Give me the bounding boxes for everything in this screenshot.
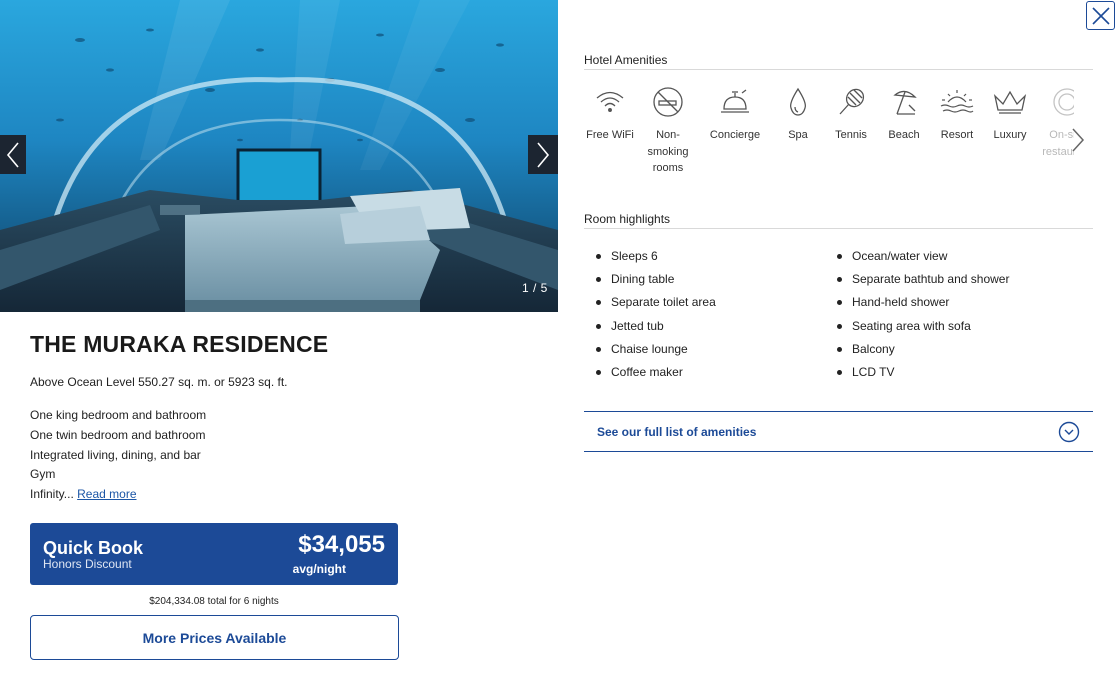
amenity-item: Non-smoking rooms <box>640 84 696 177</box>
highlight-item: Separate toilet area <box>596 291 716 314</box>
resort-sun-icon <box>940 90 974 113</box>
chevron-left-icon <box>6 141 19 168</box>
divider <box>584 228 1093 229</box>
description-line: Infinity... Read more <box>30 485 206 505</box>
amenity-item: Free WiFi <box>584 84 638 144</box>
amenity-item: Concierge <box>707 84 763 144</box>
highlight-item: Seating area with sofa <box>837 315 1009 338</box>
amenity-item: Spa <box>770 84 826 144</box>
amenity-label: Tennis <box>835 129 867 141</box>
room-highlights-heading: Room highlights <box>584 212 671 226</box>
read-more-link[interactable]: Read more <box>77 487 136 501</box>
on-site-restaurant-icon <box>1053 88 1074 116</box>
amenities-next-button[interactable] <box>1068 124 1088 156</box>
highlight-item: Chaise lounge <box>596 338 716 361</box>
amenity-label: Concierge <box>709 129 761 141</box>
description-line: One king bedroom and bathroom <box>30 408 207 422</box>
room-title: THE MURAKA RESIDENCE <box>30 331 329 357</box>
luxury-crown-icon <box>993 90 1027 114</box>
highlight-item: Sleeps 6 <box>596 245 716 268</box>
gallery-prev-button[interactable] <box>0 135 26 174</box>
highlights-list-left: Sleeps 6 Dining table Separate toilet ar… <box>596 245 716 384</box>
wifi-icon <box>596 91 624 112</box>
description-line: Gym <box>30 467 56 482</box>
amenity-label: Luxury <box>993 129 1027 141</box>
price-unit: avg/night <box>292 562 346 576</box>
underwater-bedroom-photo <box>0 0 558 312</box>
stay-total: $204,334.08 total for 6 nights <box>149 596 279 607</box>
beach-umbrella-icon <box>893 90 917 115</box>
divider <box>584 69 1093 70</box>
highlight-item: Separate bathtub and shower <box>837 268 1009 291</box>
amenity-label: Non-smoking rooms <box>647 129 689 174</box>
amenity-label: Beach <box>888 129 920 141</box>
close-button[interactable] <box>1086 1 1115 30</box>
amenities-heading: Hotel Amenities <box>584 53 668 67</box>
room-description: One king bedroom and bathroom One twin b… <box>30 406 206 505</box>
highlight-item: LCD TV <box>837 361 1009 384</box>
amenity-item: Luxury <box>982 84 1038 144</box>
room-photo-gallery: 1 / 5 <box>0 0 558 312</box>
nightly-price: $34,055 <box>298 531 385 558</box>
chevron-right-icon <box>537 141 550 168</box>
amenity-item: Resort <box>929 84 985 144</box>
gallery-next-button[interactable] <box>528 135 558 174</box>
more-prices-button[interactable]: More Prices Available <box>30 615 399 660</box>
quick-book-subtitle: Honors Discount <box>43 557 132 571</box>
concierge-bell-icon <box>721 89 749 113</box>
amenity-item: Beach <box>876 84 932 144</box>
description-truncated: Infinity... <box>30 487 74 502</box>
quick-book-title: Quick Book <box>43 538 144 558</box>
tennis-racket-icon <box>839 88 865 115</box>
no-smoking-icon <box>653 87 683 117</box>
highlight-item: Jetted tub <box>596 315 716 338</box>
highlights-list-right: Ocean/water view Separate bathtub and sh… <box>837 245 1009 384</box>
highlight-item: Ocean/water view <box>837 245 1009 268</box>
quick-book-button[interactable]: Quick Book Honors Discount $34,055 avg/n… <box>30 523 398 585</box>
amenities-carousel: Free WiFi Non-smoking rooms Concierge Sp… <box>584 84 1074 184</box>
gallery-counter: 1 / 5 <box>522 281 548 295</box>
amenity-item: Tennis <box>823 84 879 144</box>
description-line: One twin bedroom and bathroom <box>30 427 206 442</box>
highlight-item: Dining table <box>596 268 716 291</box>
chevron-right-icon <box>1072 128 1085 152</box>
room-size: Above Ocean Level 550.27 sq. m. or 5923 … <box>30 375 288 389</box>
amenity-label: Free WiFi <box>586 129 634 141</box>
highlight-item: Balcony <box>837 338 1009 361</box>
spa-drop-icon <box>790 87 806 116</box>
full-amenities-label: See our full list of amenities <box>597 424 757 439</box>
amenity-label: Spa <box>788 129 808 141</box>
close-icon <box>1091 6 1110 25</box>
highlight-item: Hand-held shower <box>837 291 1009 314</box>
amenity-label: Resort <box>940 129 974 141</box>
description-line: Integrated living, dining, and bar <box>30 447 201 462</box>
full-amenities-toggle[interactable]: See our full list of amenities <box>584 411 1093 452</box>
chevron-down-circle-icon <box>1058 421 1080 442</box>
highlight-item: Coffee maker <box>596 361 716 384</box>
